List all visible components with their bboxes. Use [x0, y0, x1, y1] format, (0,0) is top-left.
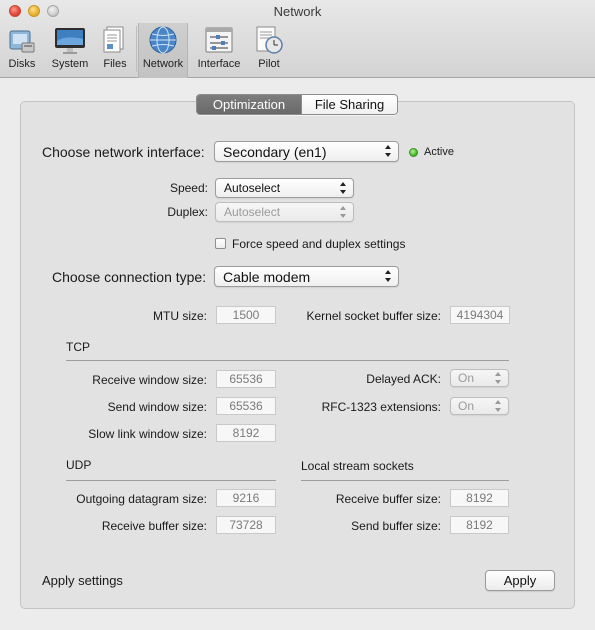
receive-window-label: Receive window size: — [92, 373, 207, 387]
speed-value: Autoselect — [224, 181, 281, 195]
udp-heading: UDP — [66, 458, 92, 472]
delayed-ack-value: On — [458, 371, 475, 385]
app-window: Network Disks System Files Network Inter… — [0, 0, 595, 630]
toolbar-item-disks[interactable]: Disks — [3, 23, 41, 78]
network-interface-label: Choose network interface: — [42, 144, 205, 160]
toolbar-item-interface[interactable]: Interface — [194, 23, 244, 78]
toolbar-item-files[interactable]: Files — [98, 23, 132, 78]
delayed-ack-popup[interactable]: On — [450, 369, 509, 387]
status-led-icon — [409, 148, 418, 157]
force-speed-duplex-checkbox[interactable] — [215, 238, 226, 249]
mtu-field[interactable]: 1500 — [216, 306, 276, 324]
kernel-buffer-field[interactable]: 4194304 — [450, 306, 510, 324]
outgoing-datagram-field[interactable]: 9216 — [216, 489, 276, 507]
chevron-updown-icon — [495, 400, 502, 412]
udp-receive-buffer-label: Receive buffer size: — [101, 519, 207, 533]
disks-icon — [9, 30, 35, 53]
network-interface-popup[interactable]: Secondary (en1) — [214, 141, 399, 162]
duplex-label: Duplex: — [167, 205, 208, 219]
system-icon — [55, 28, 85, 54]
send-window-field[interactable]: 65536 — [216, 397, 276, 415]
window-title: Network — [273, 4, 322, 19]
chevron-updown-icon — [340, 206, 347, 218]
network-icon — [149, 26, 177, 54]
interface-status-text: Active — [424, 146, 454, 158]
toolbar-label-files: Files — [103, 58, 127, 70]
toolbar-label-system: System — [51, 58, 89, 70]
speed-label: Speed: — [169, 181, 208, 195]
tab-file-sharing[interactable]: File Sharing — [301, 95, 397, 114]
force-speed-duplex-label: Force speed and duplex settings — [232, 237, 406, 251]
delayed-ack-label: Delayed ACK: — [366, 372, 441, 386]
network-interface-value: Secondary (en1) — [223, 144, 327, 160]
kernel-buffer-label: Kernel socket buffer size: — [306, 309, 441, 323]
toolbar-label-network: Network — [142, 58, 184, 70]
rfc1323-label: RFC-1323 extensions: — [321, 400, 441, 414]
slow-link-window-label: Slow link window size: — [88, 427, 207, 441]
rfc1323-value: On — [458, 399, 475, 413]
outgoing-datagram-label: Outgoing datagram size: — [76, 492, 207, 506]
slow-link-window-field[interactable]: 8192 — [216, 424, 276, 442]
udp-receive-buffer-field[interactable]: 73728 — [216, 516, 276, 534]
mtu-label: MTU size: — [153, 309, 207, 323]
connection-type-label: Choose connection type: — [52, 269, 207, 285]
udp-divider — [66, 480, 276, 481]
toolbar-label-pilot: Pilot — [258, 58, 280, 70]
pilot-icon — [256, 26, 283, 54]
tab-optimization[interactable]: Optimization — [197, 95, 301, 114]
toolbar-separator — [136, 26, 137, 72]
chevron-updown-icon — [385, 270, 392, 282]
stream-receive-buffer-field[interactable]: 8192 — [450, 489, 509, 507]
chevron-updown-icon — [495, 372, 502, 384]
duplex-value: Autoselect — [224, 205, 281, 219]
chevron-updown-icon — [340, 182, 347, 194]
apply-button[interactable]: Apply — [485, 570, 555, 591]
stream-receive-buffer-label: Receive buffer size: — [335, 492, 441, 506]
send-window-label: Send window size: — [107, 400, 207, 414]
toolbar-label-disks: Disks — [8, 58, 36, 70]
rfc1323-popup[interactable]: On — [450, 397, 509, 415]
toolbar: Network Disks System Files Network Inter… — [0, 0, 595, 78]
toolbar-label-interface: Interface — [197, 58, 241, 70]
interface-icon — [205, 27, 233, 53]
apply-settings-label: Apply settings — [42, 573, 123, 588]
speed-popup[interactable]: Autoselect — [215, 178, 354, 198]
toolbar-item-system[interactable]: System — [48, 23, 92, 78]
files-icon — [103, 26, 124, 53]
stream-send-buffer-field[interactable]: 8192 — [450, 516, 509, 534]
tcp-divider — [66, 360, 509, 361]
receive-window-field[interactable]: 65536 — [216, 370, 276, 388]
chevron-updown-icon — [385, 145, 392, 157]
local-stream-heading: Local stream sockets — [301, 459, 414, 473]
toolbar-item-pilot[interactable]: Pilot — [250, 23, 288, 78]
local-stream-divider — [301, 480, 509, 481]
toolbar-item-network[interactable]: Network — [138, 23, 188, 78]
connection-type-popup[interactable]: Cable modem — [214, 266, 399, 287]
tab-control: Optimization File Sharing — [196, 94, 398, 115]
duplex-popup[interactable]: Autoselect — [215, 202, 354, 222]
stream-send-buffer-label: Send buffer size: — [351, 519, 441, 533]
tcp-heading: TCP — [66, 340, 90, 354]
connection-type-value: Cable modem — [223, 269, 311, 285]
